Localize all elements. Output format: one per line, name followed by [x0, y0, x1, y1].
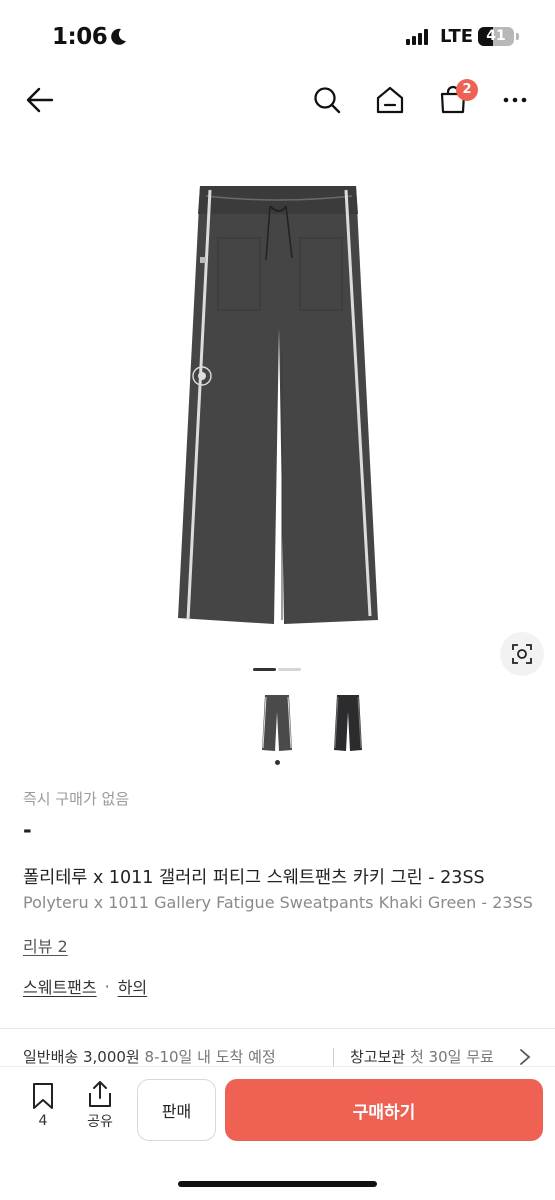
shipping-info: 일반배송 3,000원 8-10일 내 도착 예정 [23, 1046, 276, 1067]
search-button[interactable] [305, 78, 349, 122]
carousel-indicator-active [253, 668, 276, 671]
share-label: 공유 [87, 1114, 113, 1130]
nav-bar [0, 70, 555, 130]
category-links: 스웨트팬츠 · 하의 [23, 974, 147, 998]
status-bar: 1:06 LTE 41 [0, 0, 555, 66]
storage-label: 창고보관 [350, 1048, 406, 1066]
home-indicator [178, 1181, 377, 1187]
moon-icon [111, 28, 126, 45]
search-icon [314, 87, 341, 114]
product-image[interactable] [0, 150, 555, 670]
more-icon [503, 97, 527, 103]
shipping-fee: 3,000원 [82, 1048, 140, 1066]
thumbnail-1[interactable] [252, 690, 302, 756]
thumbnail-selected-dot [275, 760, 280, 765]
back-arrow-icon [26, 87, 54, 113]
back-button[interactable] [18, 78, 62, 122]
bottom-action-bar: 4 공유 판매 구매하기 [0, 1066, 555, 1200]
status-time: 1:06 [52, 24, 108, 50]
home-button[interactable] [368, 78, 412, 122]
buy-button[interactable]: 구매하기 [225, 1079, 543, 1141]
signal-icon [406, 29, 428, 45]
carousel-indicator [278, 668, 301, 671]
bookmark-button[interactable]: 4 [25, 1081, 61, 1129]
review-link[interactable]: 리뷰 2 [23, 933, 68, 957]
cart-badge: 2 [456, 79, 478, 101]
battery-icon: 41 [478, 27, 514, 46]
divider [0, 1028, 555, 1029]
share-button[interactable]: 공유 [80, 1079, 120, 1131]
product-title-en: Polyteru x 1011 Gallery Fatigue Sweatpan… [23, 893, 533, 912]
sweatpants-image [178, 186, 378, 624]
image-search-button[interactable] [500, 632, 544, 676]
thumbnail-2[interactable] [323, 690, 373, 756]
lens-icon [512, 644, 532, 664]
sell-button[interactable]: 판매 [137, 1079, 216, 1141]
product-title-ko: 폴리테루 x 1011 갤러리 퍼티그 스웨트팬츠 카키 그린 - 23SS [23, 868, 485, 888]
more-button[interactable] [493, 78, 537, 122]
price: - [23, 818, 32, 842]
category-separator: · [104, 976, 110, 996]
storage-note: 첫 30일 무료 [409, 1048, 494, 1066]
bookmark-count: 4 [38, 1113, 48, 1129]
storage-info: 창고보관 첫 30일 무료 [350, 1046, 525, 1067]
category-link-bottoms[interactable]: 하의 [118, 974, 147, 998]
bookmark-icon [33, 1083, 53, 1109]
category-link-sweatpants[interactable]: 스웨트팬츠 [23, 974, 97, 998]
battery-level: 41 [486, 28, 506, 44]
chevron-right-icon [520, 1049, 531, 1065]
home-icon [376, 86, 404, 114]
shipping-eta: 8-10일 내 도착 예정 [144, 1048, 276, 1066]
share-icon [89, 1081, 111, 1107]
network-type: LTE [440, 26, 474, 47]
shipping-label: 일반배송 [23, 1048, 79, 1066]
thumbnail-strip [0, 690, 555, 770]
instant-purchase-label: 즉시 구매가 없음 [23, 790, 130, 808]
